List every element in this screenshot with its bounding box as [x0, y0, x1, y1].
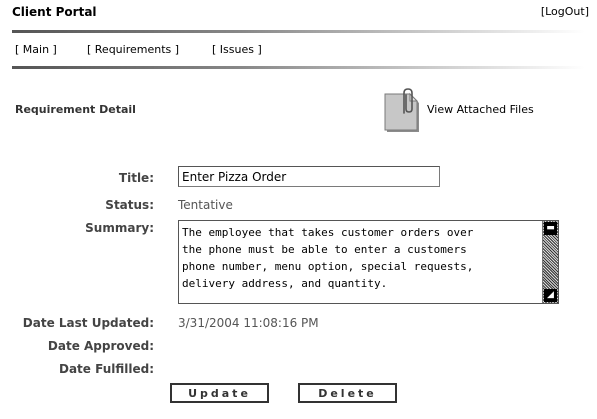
status-label: Status: [105, 198, 154, 212]
summary-text: The employee that takes customer orders … [182, 226, 474, 290]
summary-textarea[interactable]: The employee that takes customer orders … [178, 220, 559, 304]
delete-button[interactable]: Delete [298, 383, 397, 403]
nav-issues[interactable]: [ Issues ] [212, 43, 262, 56]
title-input[interactable] [178, 166, 440, 187]
date-updated-label: Date Last Updated: [22, 316, 154, 330]
summary-label: Summary: [85, 221, 154, 235]
section-title: Requirement Detail [15, 103, 136, 116]
title-label: Title: [118, 171, 154, 185]
summary-scrollbar[interactable]: ▬ ◢ [542, 221, 558, 303]
logout-link[interactable]: [LogOut] [541, 5, 589, 18]
date-updated-value: 3/31/2004 11:08:16 PM [178, 316, 319, 330]
nav-requirements[interactable]: [ Requirements ] [87, 43, 179, 56]
paperclip-document-icon[interactable] [384, 87, 424, 135]
update-button[interactable]: Update [170, 383, 269, 403]
app-title: Client Portal [12, 5, 97, 19]
date-approved-label: Date Approved: [47, 339, 154, 353]
scroll-down-icon[interactable]: ◢ [544, 289, 557, 302]
nav-divider [12, 66, 585, 69]
nav-main[interactable]: [ Main ] [15, 43, 57, 56]
status-value: Tentative [178, 198, 233, 212]
date-fulfilled-label: Date Fulfilled: [58, 362, 154, 376]
scroll-up-icon[interactable]: ▬ [544, 222, 557, 235]
header-divider [12, 30, 585, 33]
view-attached-files-link[interactable]: View Attached Files [427, 103, 534, 116]
